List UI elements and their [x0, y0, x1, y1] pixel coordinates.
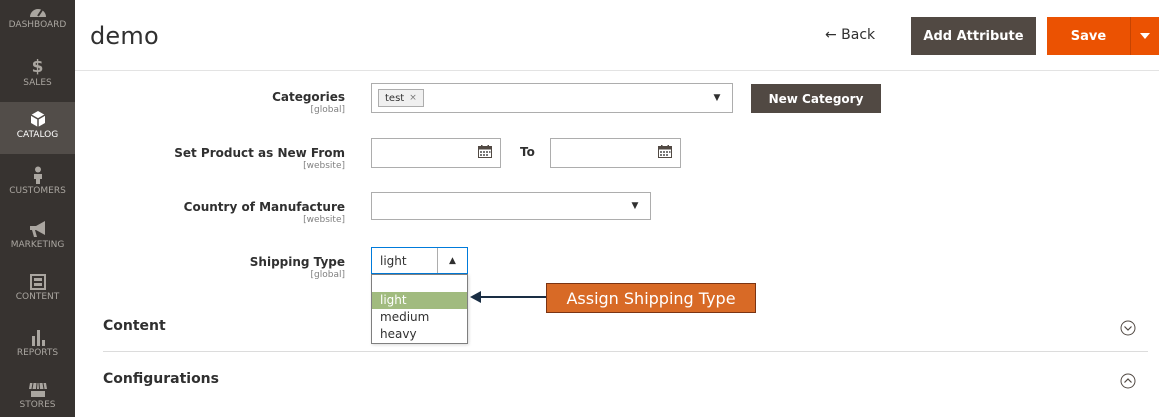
new-from-label: Set Product as New From [website]	[174, 146, 345, 171]
admin-sidebar: DASHBOARD $ SALES CATALOG CUSTOMERS MARK…	[0, 0, 75, 417]
add-attribute-button[interactable]: Add Attribute	[911, 17, 1036, 55]
caret-down-icon	[1140, 33, 1150, 39]
dropdown-option-empty[interactable]	[372, 275, 467, 292]
sidebar-item-label: CATALOG	[16, 130, 59, 140]
bar-chart-icon	[31, 330, 45, 346]
new-from-date-input[interactable]	[371, 138, 501, 168]
chevron-up-icon[interactable]	[1120, 373, 1136, 389]
sidebar-item-sales[interactable]: $ SALES	[0, 52, 75, 100]
back-button[interactable]: ← Back	[825, 27, 875, 43]
new-category-button[interactable]: New Category	[751, 84, 881, 113]
sidebar-item-label: MARKETING	[10, 240, 65, 250]
dashboard-icon	[29, 9, 46, 17]
shipping-type-select[interactable]: light ▲	[371, 247, 468, 274]
calendar-icon[interactable]	[478, 145, 492, 158]
dropdown-option-heavy[interactable]: heavy	[372, 326, 467, 343]
shipping-type-value: light	[380, 254, 407, 268]
chevron-down-icon[interactable]	[1120, 320, 1136, 336]
sidebar-item-catalog[interactable]: CATALOG	[0, 102, 75, 154]
save-button[interactable]: Save	[1047, 17, 1130, 55]
annotation-arrow	[470, 291, 546, 303]
caret-down-icon[interactable]: ▼	[702, 84, 732, 112]
section-content-title[interactable]: Content	[103, 318, 166, 334]
caret-down-icon[interactable]: ▼	[620, 193, 650, 219]
sidebar-item-reports[interactable]: REPORTS	[0, 322, 75, 368]
sidebar-item-label: CUSTOMERS	[9, 186, 66, 196]
country-select[interactable]: ▼	[371, 192, 651, 220]
dropdown-option-medium[interactable]: medium	[372, 309, 467, 326]
to-label: To	[520, 145, 535, 159]
sidebar-item-label: SALES	[23, 78, 52, 88]
header-divider	[75, 70, 1159, 71]
cube-icon	[30, 111, 45, 127]
categories-multiselect[interactable]: test × ▼	[371, 83, 733, 113]
country-label: Country of Manufacture [website]	[183, 200, 345, 225]
shipping-type-label: Shipping Type [global]	[249, 255, 345, 280]
calendar-icon[interactable]	[658, 145, 672, 158]
sidebar-item-stores[interactable]: STORES	[0, 376, 75, 417]
sidebar-item-dashboard[interactable]: DASHBOARD	[0, 0, 75, 46]
sidebar-item-customers[interactable]: CUSTOMERS	[0, 160, 75, 206]
layout-icon	[29, 274, 46, 290]
section-divider	[103, 351, 1148, 352]
sidebar-item-label: CONTENT	[15, 292, 60, 302]
person-icon	[33, 166, 42, 184]
page-title: demo	[90, 22, 159, 50]
shipping-type-dropdown: light medium heavy	[371, 274, 468, 344]
categories-label: Categories [global]	[272, 90, 345, 115]
save-options-toggle[interactable]	[1130, 17, 1159, 55]
remove-tag-icon[interactable]: ×	[409, 93, 417, 103]
caret-up-icon[interactable]: ▲	[437, 248, 467, 273]
sidebar-item-label: STORES	[19, 400, 56, 410]
dollar-icon: $	[31, 57, 44, 77]
section-configurations-title[interactable]: Configurations	[103, 371, 219, 387]
sidebar-item-label: DASHBOARD	[8, 20, 67, 30]
dropdown-option-light[interactable]: light	[372, 292, 467, 309]
megaphone-icon	[29, 221, 45, 237]
new-to-date-input[interactable]	[550, 138, 681, 168]
category-tag-label: test	[385, 92, 405, 104]
sidebar-item-content[interactable]: CONTENT	[0, 268, 75, 314]
annotation-callout: Assign Shipping Type	[546, 283, 756, 313]
sidebar-item-marketing[interactable]: MARKETING	[0, 214, 75, 260]
store-icon	[28, 382, 47, 397]
sidebar-item-label: REPORTS	[16, 348, 59, 358]
category-tag: test ×	[378, 89, 424, 107]
